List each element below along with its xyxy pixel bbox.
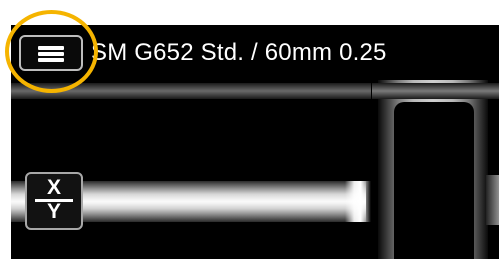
- xy-view-toggle-button[interactable]: X Y: [25, 172, 83, 230]
- fiber-right: [372, 80, 499, 259]
- fiber-right-core: [394, 102, 474, 259]
- xy-toggle-x-label: X: [46, 176, 61, 199]
- fiber-left-tip: [345, 181, 371, 222]
- menu-highlight-ring: [5, 10, 98, 93]
- splice-mode-title: SM G652 Std. / 60mm 0.25: [91, 39, 387, 66]
- xy-toggle-y-label: Y: [46, 200, 61, 223]
- fiber-right-edge: [486, 175, 499, 225]
- fiber-right-upper-band: [372, 83, 499, 99]
- fiber-camera-view: X Y: [11, 80, 499, 259]
